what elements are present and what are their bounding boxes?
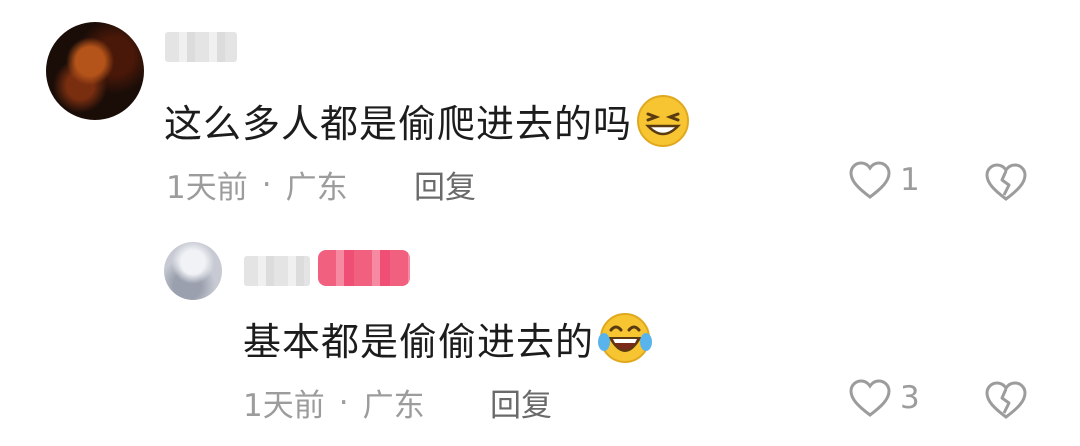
username-blurred[interactable] xyxy=(165,32,237,62)
comment-meta: 1天前 · 广东 xyxy=(166,162,348,207)
reply-button[interactable]: 回复 xyxy=(414,162,476,207)
grinning-squint-emoji-icon xyxy=(637,94,690,147)
timestamp: 1天前 xyxy=(243,388,325,424)
comment-text: 这么多人都是偷爬进去的吗 xyxy=(164,93,690,148)
meta-separator: · xyxy=(261,166,272,203)
comment-text: 基本都是偷偷进去的 xyxy=(243,311,653,366)
laughing-tears-emoji-icon xyxy=(598,312,653,363)
heart-icon xyxy=(849,161,891,199)
like-button[interactable]: 1 xyxy=(848,160,920,200)
like-count: 1 xyxy=(900,162,920,198)
username-blurred[interactable] xyxy=(244,256,310,286)
broken-heart-icon[interactable] xyxy=(984,380,1028,420)
avatar[interactable] xyxy=(164,242,222,300)
like-button[interactable]: 3 xyxy=(848,378,920,418)
meta-separator: · xyxy=(338,384,349,421)
location: 广东 xyxy=(362,388,425,424)
author-badge-blurred xyxy=(318,250,410,286)
heart-icon xyxy=(849,379,891,417)
location: 广东 xyxy=(285,170,348,206)
timestamp: 1天前 xyxy=(166,170,248,206)
comment-meta: 1天前 · 广东 xyxy=(243,380,425,425)
broken-heart-icon[interactable] xyxy=(984,162,1028,202)
avatar[interactable] xyxy=(46,22,144,120)
like-count: 3 xyxy=(900,380,920,416)
reply-button[interactable]: 回复 xyxy=(490,380,552,425)
